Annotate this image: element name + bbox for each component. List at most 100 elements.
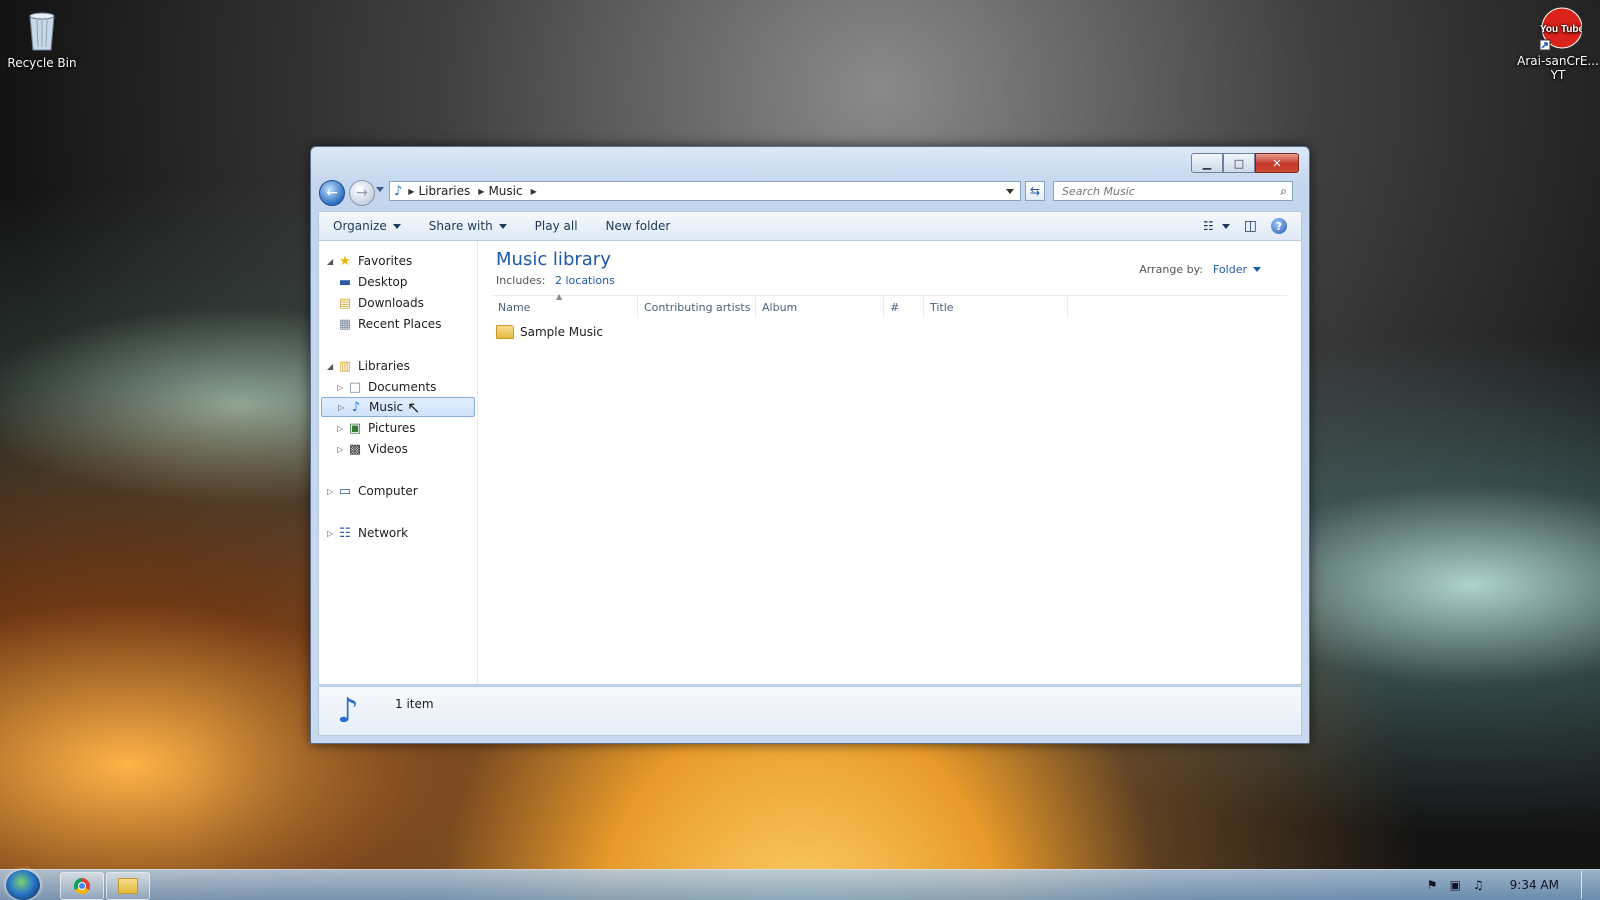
nav-computer[interactable]: ▷ ▭ Computer <box>327 481 418 501</box>
breadcrumb-libraries[interactable]: Libraries <box>418 184 470 198</box>
youtube-icon: You Tube <box>1538 6 1584 51</box>
collapse-triangle-icon[interactable]: ◢ <box>327 362 337 371</box>
column-header-track-number[interactable]: # <box>884 296 924 318</box>
clock[interactable]: 9:34 AM <box>1510 878 1559 892</box>
search-icon[interactable]: ⌕ <box>1280 184 1287 199</box>
videos-icon: ▩ <box>348 441 362 457</box>
chevron-down-icon[interactable] <box>1253 267 1261 272</box>
breadcrumb-separator-icon[interactable]: ▶ <box>478 187 484 196</box>
column-header-name[interactable]: ▲ Name <box>492 292 638 318</box>
taskbar-chrome-button[interactable] <box>60 872 104 900</box>
arrange-by-label: Arrange by: <box>1139 263 1203 276</box>
nav-recent-places[interactable]: ▦ Recent Places <box>337 314 442 334</box>
expand-triangle-icon[interactable]: ▷ <box>327 529 337 538</box>
mouse-cursor-icon: ↖ <box>407 397 421 417</box>
column-artists-label: Contributing artists <box>644 300 751 314</box>
start-button[interactable] <box>6 870 40 900</box>
list-item-name: Sample Music <box>520 325 603 339</box>
network-icon: ☷ <box>339 525 351 541</box>
help-icon: ? <box>1275 219 1283 233</box>
breadcrumb-music[interactable]: Music <box>488 184 522 198</box>
forward-button[interactable]: → <box>349 180 375 206</box>
column-header-title[interactable]: Title <box>924 296 1068 318</box>
address-bar[interactable]: ♪ ▶ Libraries ▶ Music ▶ <box>389 181 1021 201</box>
nav-downloads[interactable]: ▤ Downloads <box>337 293 424 313</box>
column-album-label: Album <box>762 300 798 314</box>
navigation-row: ← → ♪ ▶ Libraries ▶ Music ▶ ⇆ ⌕ <box>319 179 1301 206</box>
refresh-button[interactable]: ⇆ <box>1025 181 1045 201</box>
documents-icon: □ <box>348 379 362 395</box>
expand-triangle-icon[interactable]: ▷ <box>327 487 337 496</box>
file-list-pane: Music library Includes: 2 locations Arra… <box>478 241 1301 684</box>
chevron-down-icon <box>498 223 507 229</box>
star-icon: ★ <box>339 253 351 269</box>
pictures-icon: ▣ <box>348 420 362 436</box>
network-tray-icon[interactable]: ▣ <box>1450 878 1461 892</box>
breadcrumb-separator-icon[interactable]: ▶ <box>408 187 414 196</box>
forward-arrow-icon: → <box>356 185 368 201</box>
share-with-button[interactable]: Share with <box>415 219 521 233</box>
expand-triangle-icon[interactable]: ▷ <box>337 445 347 454</box>
new-folder-label: New folder <box>605 219 671 233</box>
column-headers: ▲ Name Contributing artists Album # Titl… <box>492 292 1287 318</box>
address-history-dropdown[interactable] <box>1006 189 1014 194</box>
column-name-label: Name <box>498 300 531 314</box>
recent-places-icon: ▦ <box>338 316 352 332</box>
minimize-icon: ▁ <box>1202 156 1212 170</box>
help-button[interactable]: ? <box>1271 218 1287 234</box>
nav-favorites[interactable]: ◢ ★ Favorites <box>327 251 412 271</box>
taskbar-explorer-button[interactable] <box>106 872 150 900</box>
recent-pages-dropdown[interactable] <box>376 187 384 192</box>
recycle-bin-icon <box>22 8 62 52</box>
breadcrumb-separator-icon[interactable]: ▶ <box>531 187 537 196</box>
nav-documents[interactable]: ▷ □ Documents <box>337 377 436 397</box>
nav-music[interactable]: ▷ ♪ Music ↖ <box>321 397 475 417</box>
expand-triangle-icon[interactable]: ▷ <box>337 383 347 392</box>
youtube-shortcut-desktop-icon[interactable]: You Tube Arai-sanCrE... YT <box>1516 6 1600 82</box>
nav-pictures[interactable]: ▷ ▣ Pictures <box>337 418 416 438</box>
column-header-album[interactable]: Album <box>756 296 884 318</box>
back-arrow-icon: ← <box>326 185 338 201</box>
nav-network[interactable]: ▷ ☷ Network <box>327 523 408 543</box>
nav-downloads-label: Downloads <box>358 296 424 310</box>
nav-desktop[interactable]: ▬ Desktop <box>337 272 408 292</box>
nav-libraries[interactable]: ◢ ▥ Libraries <box>327 356 410 376</box>
nav-videos[interactable]: ▷ ▩ Videos <box>337 439 408 459</box>
expand-triangle-icon[interactable]: ▷ <box>338 403 348 412</box>
includes-locations-link[interactable]: 2 locations <box>555 274 615 287</box>
view-options-button[interactable]: ☷ <box>1203 219 1230 233</box>
library-title: Music library <box>496 249 611 270</box>
column-number-label: # <box>890 300 900 314</box>
list-item[interactable]: Sample Music <box>496 325 603 339</box>
preview-pane-button[interactable]: ◫ <box>1244 218 1257 234</box>
folder-icon <box>496 325 514 339</box>
recycle-bin-desktop-icon[interactable]: Recycle Bin <box>0 8 84 70</box>
minimize-button[interactable]: ▁ <box>1191 153 1223 173</box>
music-library-icon: ♪ <box>337 691 359 731</box>
nav-documents-label: Documents <box>368 380 437 394</box>
expand-triangle-icon[interactable]: ▷ <box>337 424 347 433</box>
nav-desktop-label: Desktop <box>358 275 408 289</box>
action-center-flag-icon[interactable]: ⚑ <box>1427 878 1438 892</box>
play-all-label: Play all <box>534 219 578 233</box>
search-box[interactable]: ⌕ <box>1053 181 1293 201</box>
arrange-by: Arrange by: Folder <box>1139 263 1261 276</box>
collapse-triangle-icon[interactable]: ◢ <box>327 257 337 266</box>
navigation-pane: ◢ ★ Favorites ▬ Desktop ▤ Downloads ▦ Re… <box>319 241 478 684</box>
maximize-icon: □ <box>1233 156 1245 170</box>
show-desktop-button[interactable] <box>1581 871 1590 899</box>
arrange-by-dropdown[interactable]: Folder <box>1213 263 1247 276</box>
play-all-button[interactable]: Play all <box>521 219 592 233</box>
search-input[interactable] <box>1060 183 1264 199</box>
new-folder-button[interactable]: New folder <box>592 219 685 233</box>
nav-network-label: Network <box>358 526 409 540</box>
share-with-label: Share with <box>428 219 493 233</box>
organize-label: Organize <box>333 219 387 233</box>
back-button[interactable]: ← <box>319 180 345 206</box>
maximize-button[interactable]: □ <box>1223 153 1255 173</box>
column-header-contributing-artists[interactable]: Contributing artists <box>638 296 756 318</box>
organize-button[interactable]: Organize <box>319 219 415 233</box>
volume-icon[interactable]: ♫ <box>1473 878 1484 892</box>
nav-favorites-label: Favorites <box>358 254 413 268</box>
close-button[interactable]: ✕ <box>1255 153 1299 173</box>
